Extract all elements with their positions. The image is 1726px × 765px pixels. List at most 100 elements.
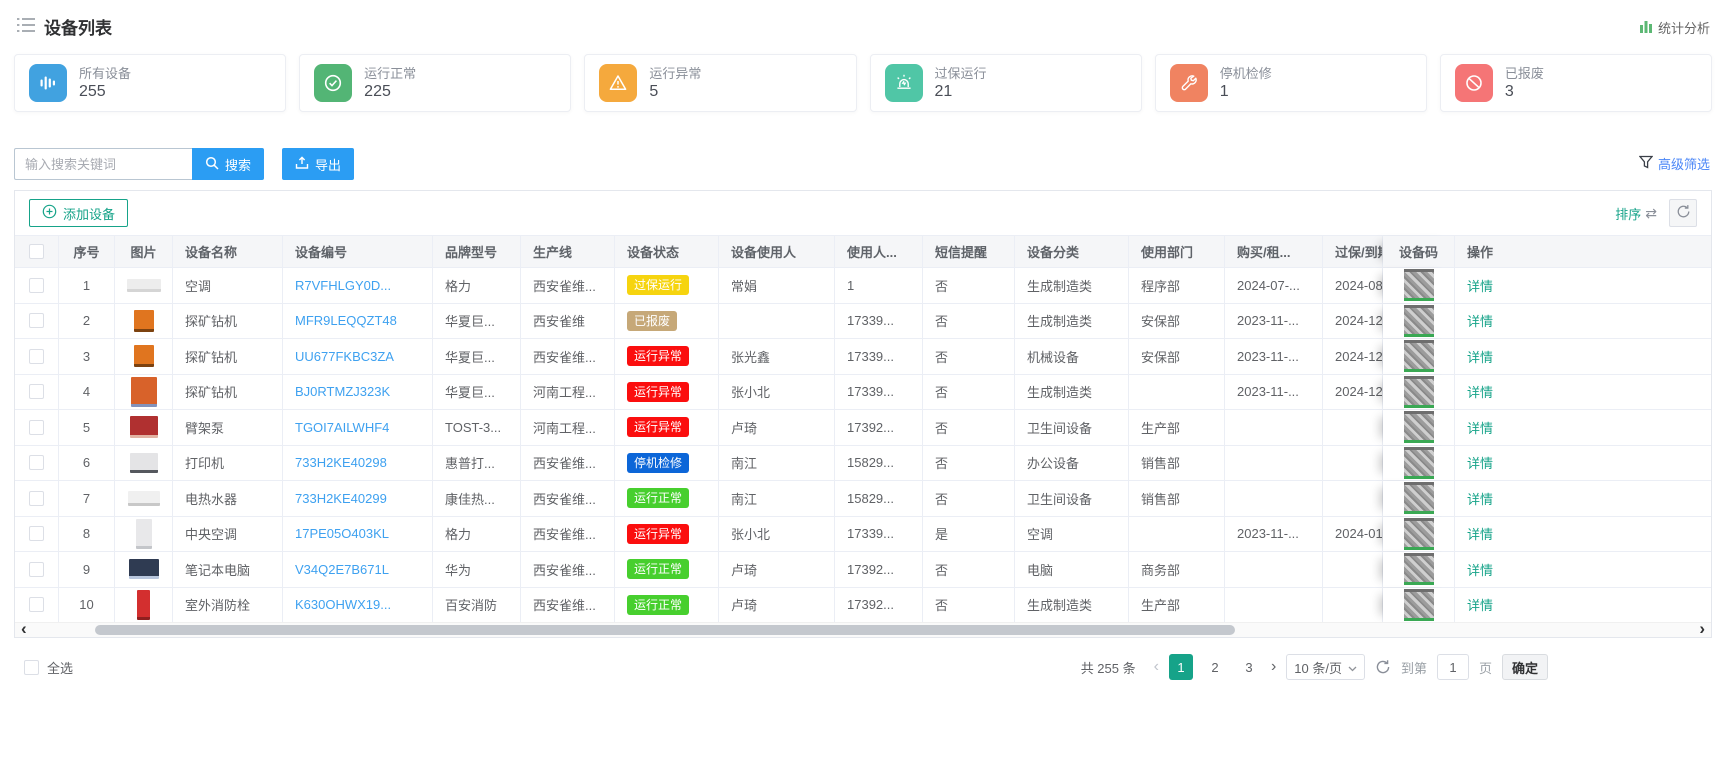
status-badge: 运行正常 <box>627 595 689 615</box>
device-qr-code <box>1404 553 1434 585</box>
stat-card-5[interactable]: 停机检修1 <box>1155 54 1427 112</box>
index-cell: 2 <box>59 304 115 339</box>
scroll-left-icon[interactable]: ‹ <box>21 620 27 638</box>
phone-cell: 1 <box>835 268 923 303</box>
device-code-link[interactable]: K630OHWX19... <box>295 597 391 612</box>
device-code-link[interactable]: MFR9LEQQZT48 <box>295 313 397 328</box>
row-checkbox[interactable] <box>29 562 44 577</box>
add-device-button[interactable]: 添加设备 <box>29 199 128 227</box>
device-qr-code <box>1404 269 1434 301</box>
device-code-link[interactable]: 733H2KE40299 <box>295 491 387 506</box>
phone-cell: 17392... <box>835 552 923 587</box>
device-code-link[interactable]: R7VFHLGY0D... <box>295 278 391 293</box>
stat-card-label: 运行异常 <box>649 66 701 82</box>
device-status-cell: 运行正常 <box>615 481 719 516</box>
detail-link[interactable]: 详情 <box>1467 524 1493 543</box>
total-count: 共 255 条 <box>1081 658 1136 677</box>
row-checkbox[interactable] <box>29 278 44 293</box>
device-code-link[interactable]: TGOI7AILWHF4 <box>295 420 389 435</box>
sort-button[interactable]: 排序 ⇄ <box>1615 204 1657 223</box>
refresh-table-button[interactable] <box>1669 199 1697 227</box>
name-cell: 中央空调 <box>173 517 283 552</box>
detail-link[interactable]: 详情 <box>1467 560 1493 579</box>
device-code-link[interactable]: 17PE05O403KL <box>295 526 389 541</box>
table-footer: 全选 共 255 条 ‹ 1 2 3 › 10 条/页 到第 页 确定 <box>14 650 1712 684</box>
buy-cell: 2023-11-... <box>1225 517 1323 552</box>
page-size-select[interactable]: 10 条/页 <box>1286 654 1365 680</box>
search-input[interactable] <box>14 148 192 180</box>
name-cell: 空调 <box>173 268 283 303</box>
horizontal-scrollbar-thumb[interactable] <box>95 625 1235 635</box>
detail-link[interactable]: 详情 <box>1467 489 1493 508</box>
device-photo-cell <box>115 552 173 587</box>
row-checkbox[interactable] <box>29 526 44 541</box>
detail-link[interactable]: 详情 <box>1467 276 1493 295</box>
operation-cell: 详情 <box>1455 481 1711 516</box>
operation-cell: 详情 <box>1455 410 1711 445</box>
status-badge: 运行异常 <box>627 417 689 437</box>
page-button-1[interactable]: 1 <box>1169 654 1193 680</box>
stat-card-4[interactable]: 过保运行21 <box>870 54 1142 112</box>
page-button-2[interactable]: 2 <box>1203 654 1227 680</box>
device-qr-cell <box>1383 410 1455 445</box>
row-checkbox[interactable] <box>29 313 44 328</box>
device-photo-cell <box>115 446 173 481</box>
prev-page-button[interactable]: ‹ <box>1154 658 1159 676</box>
detail-link[interactable]: 详情 <box>1467 382 1493 401</box>
status-badge: 运行正常 <box>627 488 689 508</box>
table-row: 10室外消防栓K630OHWX19...百安消防西安雀维...运行正常卢琦173… <box>15 587 1711 623</box>
table-row: 2探矿钻机MFR9LEQQZT48华夏巨...西安雀维已报废17339...否生… <box>15 303 1711 339</box>
device-code-link[interactable]: BJ0RTMZJ323K <box>295 384 390 399</box>
detail-link[interactable]: 详情 <box>1467 311 1493 330</box>
line-cell: 河南工程... <box>521 410 615 445</box>
row-checkbox[interactable] <box>29 597 44 612</box>
select-all-checkbox[interactable] <box>24 660 39 675</box>
confirm-button[interactable]: 确定 <box>1502 654 1548 680</box>
stat-card-value: 1 <box>1220 82 1272 101</box>
sms-cell: 否 <box>923 268 1015 303</box>
goto-page-input[interactable] <box>1437 654 1469 680</box>
stats-analysis-link[interactable]: 统计分析 <box>1639 18 1710 37</box>
brand-cell: 华为 <box>433 552 521 587</box>
device-qr-cell <box>1383 446 1455 481</box>
scroll-right-icon[interactable]: › <box>1699 620 1705 638</box>
export-button[interactable]: 导出 <box>282 148 354 180</box>
detail-link[interactable]: 详情 <box>1467 418 1493 437</box>
refresh-pagination-button[interactable] <box>1375 659 1391 675</box>
stat-card-6[interactable]: 已报废3 <box>1440 54 1712 112</box>
next-page-button[interactable]: › <box>1271 658 1276 676</box>
select-all-label: 全选 <box>47 658 73 677</box>
row-checkbox[interactable] <box>29 384 44 399</box>
row-checkbox[interactable] <box>29 420 44 435</box>
stat-card-1[interactable]: 所有设备255 <box>14 54 286 112</box>
goto-page-suffix: 页 <box>1479 658 1492 677</box>
device-code-link[interactable]: 733H2KE40298 <box>295 455 387 470</box>
device-code-cell: MFR9LEQQZT48 <box>283 304 433 339</box>
line-cell: 西安雀维... <box>521 481 615 516</box>
row-checkbox[interactable] <box>29 455 44 470</box>
select-page-checkbox[interactable] <box>29 244 44 259</box>
stat-card-2[interactable]: 运行正常225 <box>299 54 571 112</box>
expire-cell: 2024-12-2 <box>1323 339 1383 374</box>
device-code-link[interactable]: UU677FKBC3ZA <box>295 349 394 364</box>
dept-cell: 销售部 <box>1129 481 1225 516</box>
device-status-cell: 已报废 <box>615 304 719 339</box>
brand-cell: 百安消防 <box>433 588 521 623</box>
brand-cell: 华夏巨... <box>433 339 521 374</box>
search-button[interactable]: 搜索 <box>192 148 264 180</box>
buy-cell <box>1225 481 1323 516</box>
detail-link[interactable]: 详情 <box>1467 453 1493 472</box>
detail-link[interactable]: 详情 <box>1467 347 1493 366</box>
page-button-3[interactable]: 3 <box>1237 654 1261 680</box>
drill-rig-photo <box>134 310 154 332</box>
advanced-filter-link[interactable]: 高级筛选 <box>1639 154 1710 173</box>
stat-card-3[interactable]: 运行异常5 <box>584 54 856 112</box>
detail-link[interactable]: 详情 <box>1467 595 1493 614</box>
device-code-link[interactable]: V34Q2E7B671L <box>295 562 389 577</box>
dept-cell <box>1129 375 1225 410</box>
row-checkbox[interactable] <box>29 349 44 364</box>
row-checkbox[interactable] <box>29 491 44 506</box>
row-checkbox-cell <box>15 339 59 374</box>
expire-cell <box>1323 552 1383 587</box>
index-cell: 10 <box>59 588 115 623</box>
